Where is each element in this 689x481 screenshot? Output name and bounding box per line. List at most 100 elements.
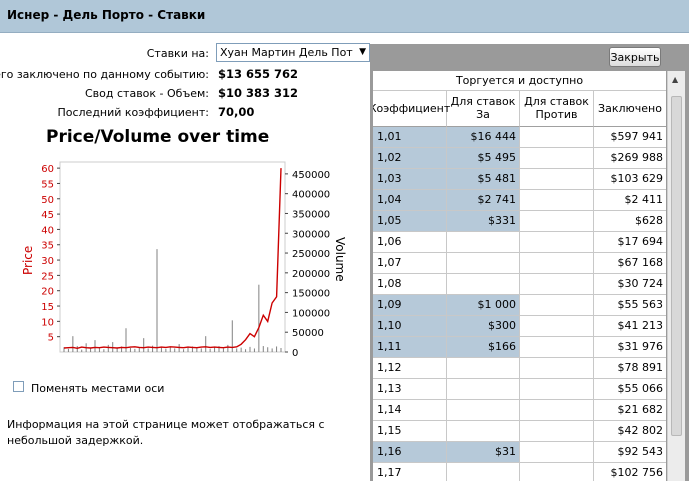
- cell-coef: 1,11: [373, 337, 447, 357]
- group-header: Торгуется и доступно: [373, 71, 666, 91]
- chevron-down-icon: ▼: [359, 47, 366, 57]
- cell-done: $628: [635, 214, 663, 227]
- window-title: Иснер - Дель Порто - Ставки: [7, 8, 206, 22]
- table-row[interactable]: 1,06 $17 694: [373, 232, 666, 253]
- summary-label: Свод ставок - Объем:: [85, 87, 209, 100]
- table-row[interactable]: 1,17 $102 756: [373, 463, 666, 481]
- col-header-for[interactable]: Для ставок За: [447, 90, 520, 127]
- table-row[interactable]: 1,02 $5 495 $269 988: [373, 148, 666, 169]
- cell-done: $67 168: [617, 256, 664, 269]
- volume-tick-label: 150000: [292, 289, 330, 300]
- volume-tick-label: 350000: [292, 209, 330, 220]
- scrollbar-thumb[interactable]: [671, 96, 682, 436]
- cell-against: [520, 421, 594, 441]
- table-row[interactable]: 1,10 $300 $41 213: [373, 316, 666, 337]
- cell-for: $300: [447, 316, 520, 336]
- cell-for: [447, 253, 520, 273]
- cell-for: $2 741: [447, 190, 520, 210]
- summary-value: $10 383 312: [218, 86, 299, 100]
- cell-against: [520, 274, 594, 294]
- vertical-scrollbar[interactable]: ▲: [667, 71, 685, 481]
- cell-for: $331: [447, 211, 520, 231]
- volume-tick-label: 400000: [292, 190, 330, 201]
- col-header-done[interactable]: Заключено: [594, 90, 666, 127]
- col-header-against[interactable]: Для ставок Против: [520, 90, 594, 127]
- table-row[interactable]: 1,13 $55 066: [373, 379, 666, 400]
- cell-coef: 1,10: [373, 316, 447, 336]
- cell-done: $55 563: [617, 298, 664, 311]
- price-tick-label: 40: [41, 225, 54, 236]
- odds-table: Торгуется и доступно Коэффициент Для ста…: [373, 71, 666, 481]
- cell-done: $17 694: [617, 235, 664, 248]
- close-button[interactable]: Закрыть: [609, 47, 661, 67]
- last-coef-label: Последний коэффициент:: [57, 106, 209, 119]
- table-row[interactable]: 1,14 $21 682: [373, 400, 666, 421]
- cell-for: [447, 274, 520, 294]
- price-volume-chart: 60 55 50 45 40 35 30 25 20 15 10 5 450000 400000 3500…: [21, 161, 347, 359]
- cell-done: $92 543: [617, 445, 664, 458]
- cell-done: $597 941: [610, 130, 664, 143]
- cell-done: $78 891: [617, 361, 664, 374]
- price-tick-label: 30: [41, 256, 54, 267]
- cell-for: [447, 400, 520, 420]
- info-text: Информация на этой странице может отобра…: [7, 418, 325, 447]
- table-row[interactable]: 1,12 $78 891: [373, 358, 666, 379]
- table-row[interactable]: 1,01 $16 444 $597 941: [373, 127, 666, 148]
- price-tick-label: 55: [41, 179, 54, 190]
- cell-against: [520, 127, 594, 147]
- cell-against: [520, 295, 594, 315]
- table-row[interactable]: 1,16 $31 $92 543: [373, 442, 666, 463]
- table-row[interactable]: 1,08 $30 724: [373, 274, 666, 295]
- table-header: Торгуется и доступно Коэффициент Для ста…: [373, 71, 666, 127]
- cell-against: [520, 253, 594, 273]
- chart-grid: [59, 161, 286, 353]
- price-axis-ticks: 60 55 50 45 40 35 30 25 20 15 10 5: [41, 164, 60, 344]
- cell-coef: 1,01: [373, 127, 447, 147]
- cell-coef: 1,13: [373, 379, 447, 399]
- cell-for: $166: [447, 337, 520, 357]
- volume-tick-label: 100000: [292, 308, 330, 319]
- cell-coef: 1,06: [373, 232, 447, 252]
- cell-coef: 1,14: [373, 400, 447, 420]
- table-row[interactable]: 1,07 $67 168: [373, 253, 666, 274]
- cell-done: $41 213: [617, 319, 664, 332]
- cell-for: $5 495: [447, 148, 520, 168]
- cell-done: $21 682: [617, 403, 664, 416]
- table-row[interactable]: 1,15 $42 802: [373, 421, 666, 442]
- cell-coef: 1,09: [373, 295, 447, 315]
- cell-for: [447, 379, 520, 399]
- volume-tick-label: 50000: [292, 328, 324, 339]
- cell-against: [520, 400, 594, 420]
- bets-on-label: Ставки на:: [146, 47, 209, 60]
- table-row[interactable]: 1,11 $166 $31 976: [373, 337, 666, 358]
- col-header-coef[interactable]: Коэффициент: [373, 90, 450, 127]
- table-row[interactable]: 1,04 $2 741 $2 411: [373, 190, 666, 211]
- table-row[interactable]: 1,05 $331 $628: [373, 211, 666, 232]
- trading-panel: Закрыть Торгуется и доступно Коэффициент…: [370, 44, 689, 481]
- cell-coef: 1,15: [373, 421, 447, 441]
- swap-axes-checkbox[interactable]: [13, 381, 24, 392]
- volume-tick-label: 0: [292, 348, 298, 359]
- table-row[interactable]: 1,09 $1 000 $55 563: [373, 295, 666, 316]
- cell-against: [520, 190, 594, 210]
- cell-coef: 1,04: [373, 190, 447, 210]
- cell-coef: 1,07: [373, 253, 447, 273]
- price-tick-label: 35: [41, 241, 54, 252]
- cell-for: $5 481: [447, 169, 520, 189]
- cell-done: $103 629: [610, 172, 664, 185]
- cell-against: [520, 358, 594, 378]
- cell-done: $269 988: [610, 151, 664, 164]
- cell-for: $1 000: [447, 295, 520, 315]
- cell-for: [447, 358, 520, 378]
- plot-area: [59, 161, 286, 353]
- bets-on-select[interactable]: Хуан Мартин Дель Потро ▼: [216, 43, 370, 62]
- chart-title: Price/Volume over time: [46, 127, 270, 147]
- table-row[interactable]: 1,03 $5 481 $103 629: [373, 169, 666, 190]
- cell-for: $16 444: [447, 127, 520, 147]
- cell-against: [520, 337, 594, 357]
- cell-done: $2 411: [624, 193, 664, 206]
- cell-coef: 1,17: [373, 463, 447, 481]
- volume-tick-label: 250000: [292, 249, 330, 260]
- cell-against: [520, 148, 594, 168]
- scroll-up-icon[interactable]: ▲: [672, 75, 678, 84]
